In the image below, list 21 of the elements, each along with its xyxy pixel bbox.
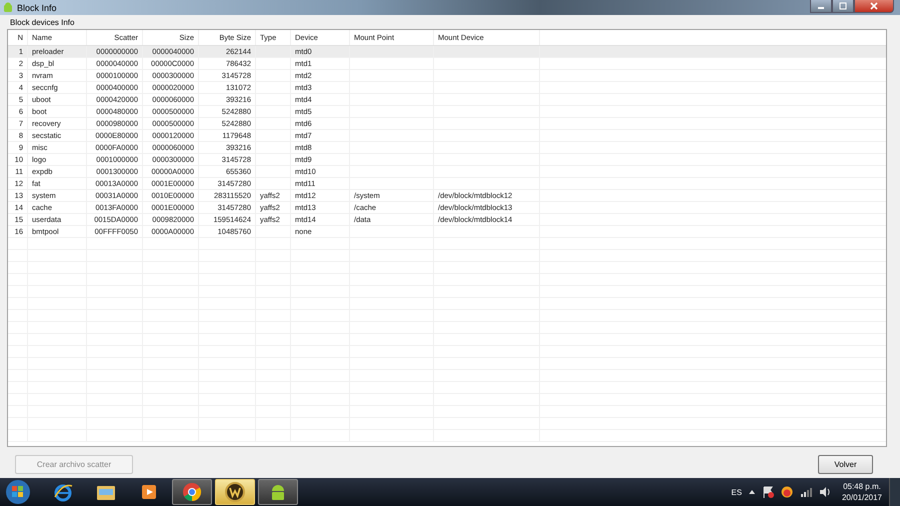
taskbar-app[interactable] bbox=[258, 479, 298, 505]
alert-icon[interactable] bbox=[780, 486, 793, 498]
minimize-button[interactable] bbox=[810, 0, 832, 13]
maximize-button[interactable] bbox=[832, 0, 854, 13]
game-emblem-icon bbox=[224, 481, 246, 503]
flag-icon[interactable] bbox=[762, 486, 774, 498]
clock-time[interactable]: 05:48 p.m. bbox=[843, 481, 881, 492]
signal-icon[interactable] bbox=[800, 487, 812, 497]
caret-icon[interactable] bbox=[748, 490, 755, 494]
clock-date[interactable]: 20/01/2017 bbox=[842, 492, 882, 503]
start-button[interactable] bbox=[3, 478, 33, 506]
chrome-icon bbox=[181, 481, 203, 503]
close-button[interactable] bbox=[854, 0, 894, 13]
section-label: Block devices Info bbox=[9, 17, 76, 29]
back-button[interactable]: Volver bbox=[818, 455, 873, 474]
speaker-icon[interactable] bbox=[818, 486, 831, 498]
window-title: Block Info bbox=[17, 2, 57, 12]
close-icon bbox=[870, 2, 878, 10]
taskbar-app[interactable] bbox=[172, 479, 212, 505]
language-indicator[interactable]: ES bbox=[731, 488, 742, 496]
maximize-icon bbox=[839, 2, 847, 10]
